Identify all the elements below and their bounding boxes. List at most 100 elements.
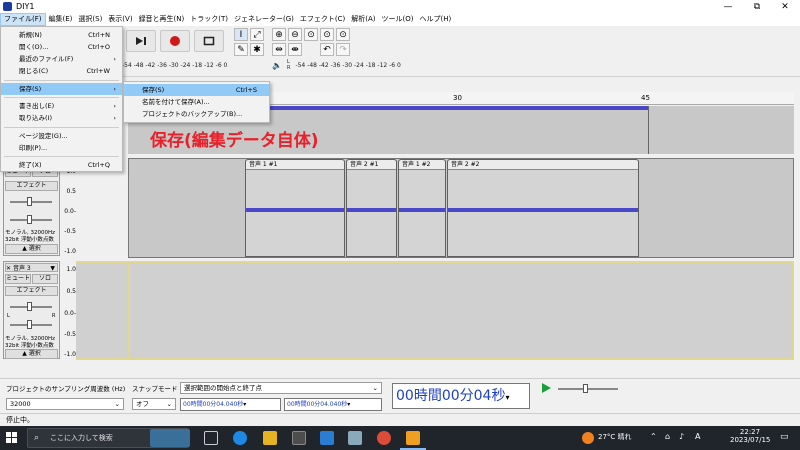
menu-item-open[interactable]: 開く(O)... Ctrl+O (1, 41, 122, 53)
menu-tools[interactable]: ツール(O) (379, 13, 417, 26)
volume-icon[interactable]: ♪ (679, 432, 684, 441)
mail-icon[interactable] (320, 431, 334, 445)
menu-analyze[interactable]: 解析(A) (348, 13, 378, 26)
fit-project-button[interactable]: ⊙ (320, 28, 334, 41)
clock[interactable]: 22:27 2023/07/15 (730, 428, 770, 444)
menu-tracks[interactable]: トラック(T) (187, 13, 231, 26)
minimize-button[interactable]: — (714, 0, 742, 13)
menu-item-exit[interactable]: 終了(X) Ctrl+Q (1, 159, 122, 171)
close-button[interactable]: ✕ (771, 0, 799, 13)
range-mode-select[interactable]: 選択範囲の開始点と終了点 ⌄ (180, 382, 382, 394)
menu-item-import[interactable]: 取り込み(I) › (1, 112, 122, 124)
silence-button[interactable]: ⇼ (288, 43, 302, 56)
waveform (347, 208, 396, 212)
store-icon[interactable] (292, 431, 306, 445)
fit-project-icon: ⊙ (323, 29, 331, 40)
play-speed-slider[interactable] (558, 384, 618, 393)
tray-chevron-icon[interactable]: ⌃ (650, 432, 657, 441)
track-name: 音声 3 (12, 265, 31, 272)
pan-slider[interactable] (10, 320, 52, 329)
menu-help[interactable]: ヘルプ(H) (417, 13, 455, 26)
draw-tool[interactable]: ✎ (234, 43, 248, 56)
network-icon[interactable]: ⌂ (665, 432, 670, 441)
menu-edit[interactable]: 編集(E) (46, 13, 76, 26)
menu-item-save[interactable]: 保存(S) › (1, 83, 122, 95)
track-waveform-area[interactable] (128, 261, 794, 360)
chrome-icon[interactable] (377, 431, 391, 445)
audio-clip[interactable]: 音声 1 #1 (245, 159, 345, 257)
play-at-speed-button[interactable] (541, 383, 553, 395)
pan-slider[interactable] (10, 215, 52, 224)
gain-slider[interactable] (10, 302, 52, 311)
effects-button[interactable]: エフェクト (5, 181, 58, 191)
menu-item-export[interactable]: 書き出し(E) › (1, 100, 122, 112)
clip-title[interactable]: 音声 2 #1 (347, 160, 396, 170)
maximize-button[interactable]: ⧉ (743, 0, 771, 13)
menu-transport[interactable]: 録音と再生(N) (136, 13, 188, 26)
track-control-panel[interactable]: ✕ 音声 3 ▼ ミュート ソロ エフェクト L R モノラル, 32000Hz… (3, 261, 60, 359)
menu-generate[interactable]: ジェネレーター(G) (231, 13, 297, 26)
audio-clip[interactable]: 音声 1 #2 (398, 159, 446, 257)
title-bar: DIY1 — ⧉ ✕ (0, 0, 800, 13)
ime-indicator[interactable]: A (695, 432, 700, 441)
record-meter[interactable]: -54 -48 -42 -36 -30 -24 -18 -12 -6 0 (122, 59, 227, 71)
snap-select[interactable]: オフ ⌄ (132, 398, 176, 410)
menu-select[interactable]: 選択(S) (75, 13, 105, 26)
menu-view[interactable]: 表示(V) (105, 13, 135, 26)
audio-clip[interactable]: 音声 2 #2 (447, 159, 639, 257)
close-track-icon[interactable]: ✕ (6, 265, 11, 272)
playback-meter[interactable]: 🔈 LR -54 -48 -42 -36 -30 -24 -18 -12 -6 … (272, 59, 401, 71)
redo-button[interactable]: ↷ (336, 43, 350, 56)
submenu-item-backup[interactable]: プロジェクトのバックアップ(B)... (124, 108, 269, 120)
selection-start-time[interactable]: 00時間00分04.040秒▾ (180, 398, 281, 411)
record-button[interactable] (160, 30, 190, 52)
clip-title[interactable]: 音声 1 #1 (246, 160, 344, 170)
menu-item-print[interactable]: 印刷(P)... (1, 142, 122, 154)
menu-file[interactable]: ファイル(F) (0, 13, 46, 26)
rate-select[interactable]: 32000 ⌄ (6, 398, 124, 410)
notification-icon[interactable]: ▭ (780, 432, 789, 442)
audio-position-display[interactable]: 00時間00分04秒▾ (392, 383, 530, 409)
trim-button[interactable]: ⇹ (272, 43, 286, 56)
select-track-button[interactable]: ▲ 選択 (5, 349, 58, 359)
undo-button[interactable]: ↶ (320, 43, 334, 56)
effects-button[interactable]: エフェクト (5, 286, 58, 296)
envelope-tool[interactable]: ⤢ (250, 28, 264, 41)
zoom-out-button[interactable]: ⊖ (288, 28, 302, 41)
selection-tool[interactable]: I (234, 28, 248, 41)
notepad-icon[interactable] (348, 431, 362, 445)
menu-item-recent[interactable]: 最近のファイル(F) › (1, 53, 122, 65)
menu-effect[interactable]: エフェクト(C) (297, 13, 348, 26)
solo-button[interactable]: ソロ (32, 274, 58, 284)
track-control-panel[interactable]: ミュート ソロ エフェクト モノラル, 32000Hz 32bit 浮動小数点数… (3, 164, 60, 256)
weather-text[interactable]: 27°C 晴れ (598, 432, 632, 442)
mute-button[interactable]: ミュート (5, 274, 31, 284)
audacity-icon[interactable] (406, 431, 420, 445)
track-name-bar[interactable]: ✕ 音声 3 ▼ (5, 263, 58, 272)
zoom-in-button[interactable]: ⊕ (272, 28, 286, 41)
track-waveform-area[interactable]: 音声 1 #1 音声 2 #1 音声 1 #2 音声 2 #2 (128, 158, 794, 258)
playback-meter-lr: LR (286, 59, 291, 71)
submenu-item-save[interactable]: 保存(S) Ctrl+S (124, 84, 269, 96)
clip-title[interactable]: 音声 1 #2 (399, 160, 445, 170)
menu-item-close[interactable]: 閉じる(C) Ctrl+W (1, 65, 122, 77)
submenu-item-save-as[interactable]: 名前を付けて保存(A)... (124, 96, 269, 108)
file-explorer-icon[interactable] (263, 431, 277, 445)
selection-end-time[interactable]: 00時間00分04.040秒▾ (284, 398, 382, 411)
fit-selection-button[interactable]: ⊙ (304, 28, 318, 41)
start-button[interactable] (6, 432, 18, 444)
menu-item-new[interactable]: 新規(N) Ctrl+N (1, 29, 122, 41)
loop-button[interactable] (194, 30, 224, 52)
clip-title[interactable]: 音声 2 #2 (448, 160, 638, 170)
audio-clip[interactable]: 音声 2 #1 (346, 159, 397, 257)
gain-slider[interactable] (10, 197, 52, 206)
multi-tool[interactable]: ✱ (250, 43, 264, 56)
edge-icon[interactable] (233, 431, 247, 445)
select-track-button[interactable]: ▲ 選択 (5, 244, 58, 254)
task-view-icon[interactable] (204, 431, 218, 445)
chevron-down-icon: ⌄ (114, 400, 120, 408)
menu-item-page-setup[interactable]: ページ設定(G)... (1, 130, 122, 142)
zoom-toggle-button[interactable]: ⊙ (336, 28, 350, 41)
track-menu-icon[interactable]: ▼ (50, 264, 55, 273)
skip-end-button[interactable] (126, 30, 156, 52)
